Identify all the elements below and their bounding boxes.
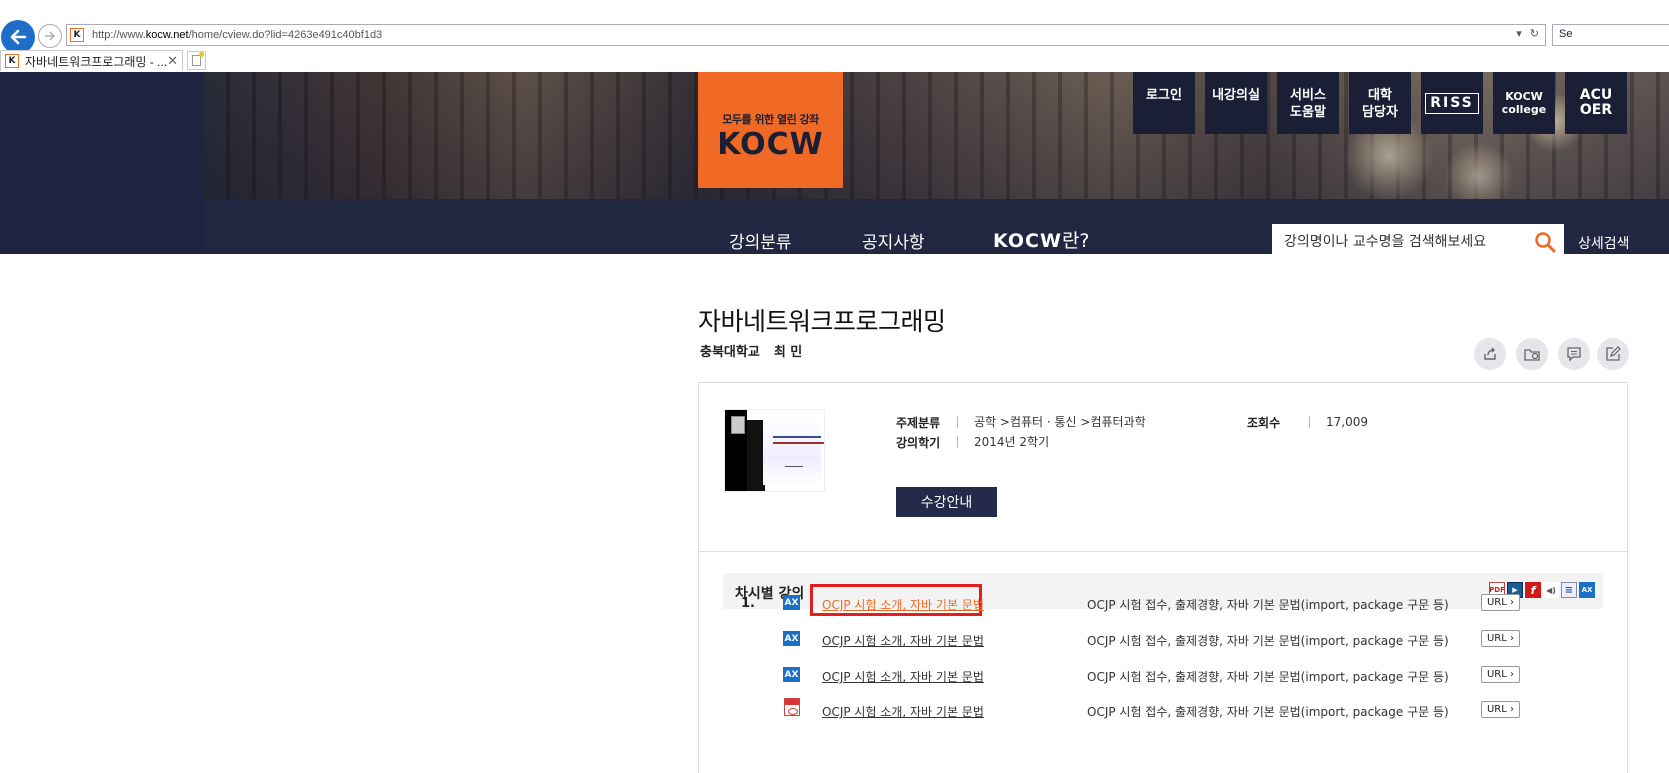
lecture-title-link[interactable]: OCJP 시험 소개, 자바 기본 문법	[822, 632, 984, 649]
browser-search-field[interactable]: Se	[1552, 24, 1669, 46]
views-value: 17,009	[1309, 416, 1368, 428]
riss-logo: RISS	[1425, 92, 1479, 114]
lecture-row: OCJP 시험 소개, 자바 기본 문법 OCJP 시험 접수, 출제경향, 자…	[699, 691, 1627, 727]
lecture-title-link[interactable]: OCJP 시험 소개, 자바 기본 문법	[822, 668, 984, 685]
pdf-icon	[784, 698, 800, 716]
comment-button[interactable]	[1558, 338, 1590, 370]
course-thumbnail[interactable]	[724, 409, 825, 492]
acu-oer-button[interactable]: ACU OER	[1565, 72, 1627, 134]
kocw-favicon-icon: K	[5, 54, 19, 68]
lecture-description: OCJP 시험 접수, 출제경향, 자바 기본 문법(import, packa…	[1087, 705, 1449, 719]
url-text[interactable]: http://www.kocw.net/home/cview.do?lid=42…	[92, 29, 382, 41]
lecture-description: OCJP 시험 접수, 출제경향, 자바 기본 문법(import, packa…	[1087, 598, 1449, 612]
url-button[interactable]: URL ›	[1481, 594, 1520, 611]
search-dropdown-icon[interactable]: ▾	[1516, 27, 1522, 40]
tab-title: 자바네트워크프로그래밍 - ...	[25, 54, 168, 69]
ax-icon: AX	[783, 595, 800, 610]
site-search-box	[1272, 224, 1564, 260]
course-info-panel: 주제분류 공학 >컴퓨터 · 통신 >컴퓨터과학 강의학기 2014년 2학기 …	[698, 382, 1628, 773]
arrow-left-icon	[10, 29, 27, 45]
login-button[interactable]: 로그인	[1133, 72, 1195, 134]
header-left-panel	[0, 72, 204, 254]
search-input[interactable]	[1284, 234, 1524, 250]
semester-label: 강의학기	[896, 436, 941, 450]
nav-category[interactable]: 강의분류	[729, 228, 792, 253]
lecture-description: OCJP 시험 접수, 출제경향, 자바 기본 문법(import, packa…	[1087, 670, 1449, 684]
edit-icon	[1606, 346, 1621, 361]
new-tab-icon	[192, 52, 204, 66]
views-label: 조회수	[1247, 416, 1281, 430]
url-button[interactable]: URL ›	[1481, 666, 1520, 683]
lecture-number: 1.	[741, 596, 755, 611]
browser-tab[interactable]: K 자바네트워크프로그래밍 - ... ✕	[0, 50, 183, 71]
folder-add-icon	[1524, 349, 1540, 361]
logo-tagline: 모두를 위한 열린 강좌	[722, 112, 819, 126]
arrow-right-icon	[45, 31, 55, 41]
lecture-description: OCJP 시험 접수, 출제경향, 자바 기본 문법(import, packa…	[1087, 634, 1449, 648]
lecture-row: 1. AX OCJP 시험 소개, 자바 기본 문법 OCJP 시험 접수, 출…	[699, 584, 1627, 620]
ax-icon: AX	[783, 667, 800, 682]
nav-notice[interactable]: 공지사항	[862, 228, 925, 253]
service-help-button[interactable]: 서비스 도움말	[1277, 72, 1339, 134]
write-review-button[interactable]	[1597, 338, 1629, 370]
close-icon[interactable]: ✕	[167, 53, 178, 69]
course-subtitle: 충북대학교 최 민	[700, 341, 802, 360]
course-title: 자바네트워크프로그래밍	[698, 307, 946, 336]
forward-button[interactable]	[38, 24, 62, 48]
logo-wordmark: KOCW	[717, 126, 824, 162]
professor-name: 최 민	[773, 345, 803, 360]
divider	[699, 551, 1627, 552]
browser-toolbar: K http://www.kocw.net/home/cview.do?lid=…	[0, 0, 1669, 72]
ax-icon: AX	[783, 631, 800, 646]
url-button[interactable]: URL ›	[1481, 630, 1520, 647]
refresh-icon[interactable]: ↻	[1530, 27, 1539, 40]
kocw-favicon-icon: K	[70, 28, 84, 42]
lecture-row: AX OCJP 시험 소개, 자바 기본 문법 OCJP 시험 접수, 출제경향…	[699, 656, 1627, 692]
url-button[interactable]: URL ›	[1481, 701, 1520, 718]
new-tab-button[interactable]	[187, 51, 206, 70]
lecture-title-link[interactable]: OCJP 시험 소개, 자바 기본 문법	[822, 596, 984, 613]
subject-value: 공학 >컴퓨터 · 통신 >컴퓨터과학	[957, 416, 1146, 428]
university-name: 충북대학교	[700, 345, 760, 360]
kocw-logo[interactable]: 모두를 위한 열린 강좌 KOCW	[698, 72, 843, 188]
add-to-folder-button[interactable]	[1516, 338, 1548, 370]
lecture-row: AX OCJP 시험 소개, 자바 기본 문법 OCJP 시험 접수, 출제경향…	[699, 620, 1627, 656]
nav-about-kocw[interactable]: KOCW란?	[993, 226, 1090, 253]
share-button[interactable]	[1474, 338, 1506, 370]
my-classroom-button[interactable]: 내강의실	[1205, 72, 1267, 134]
lecture-title-link[interactable]: OCJP 시험 소개, 자바 기본 문법	[822, 703, 984, 720]
university-admin-button[interactable]: 대학 담당자	[1349, 72, 1411, 134]
kocw-college-button[interactable]: KOCW college	[1493, 72, 1555, 134]
advanced-search-link[interactable]: 상세검색	[1578, 233, 1630, 253]
enroll-guide-button[interactable]: 수강안내	[896, 487, 997, 517]
back-button[interactable]	[1, 20, 35, 54]
subject-label: 주제분류	[896, 416, 941, 430]
riss-button[interactable]: RISS	[1421, 72, 1483, 134]
search-icon[interactable]	[1534, 231, 1556, 253]
share-icon	[1484, 347, 1496, 360]
comment-icon	[1567, 347, 1581, 362]
address-bar[interactable]: K http://www.kocw.net/home/cview.do?lid=…	[66, 24, 1546, 46]
semester-value: 2014년 2학기	[957, 436, 1049, 448]
